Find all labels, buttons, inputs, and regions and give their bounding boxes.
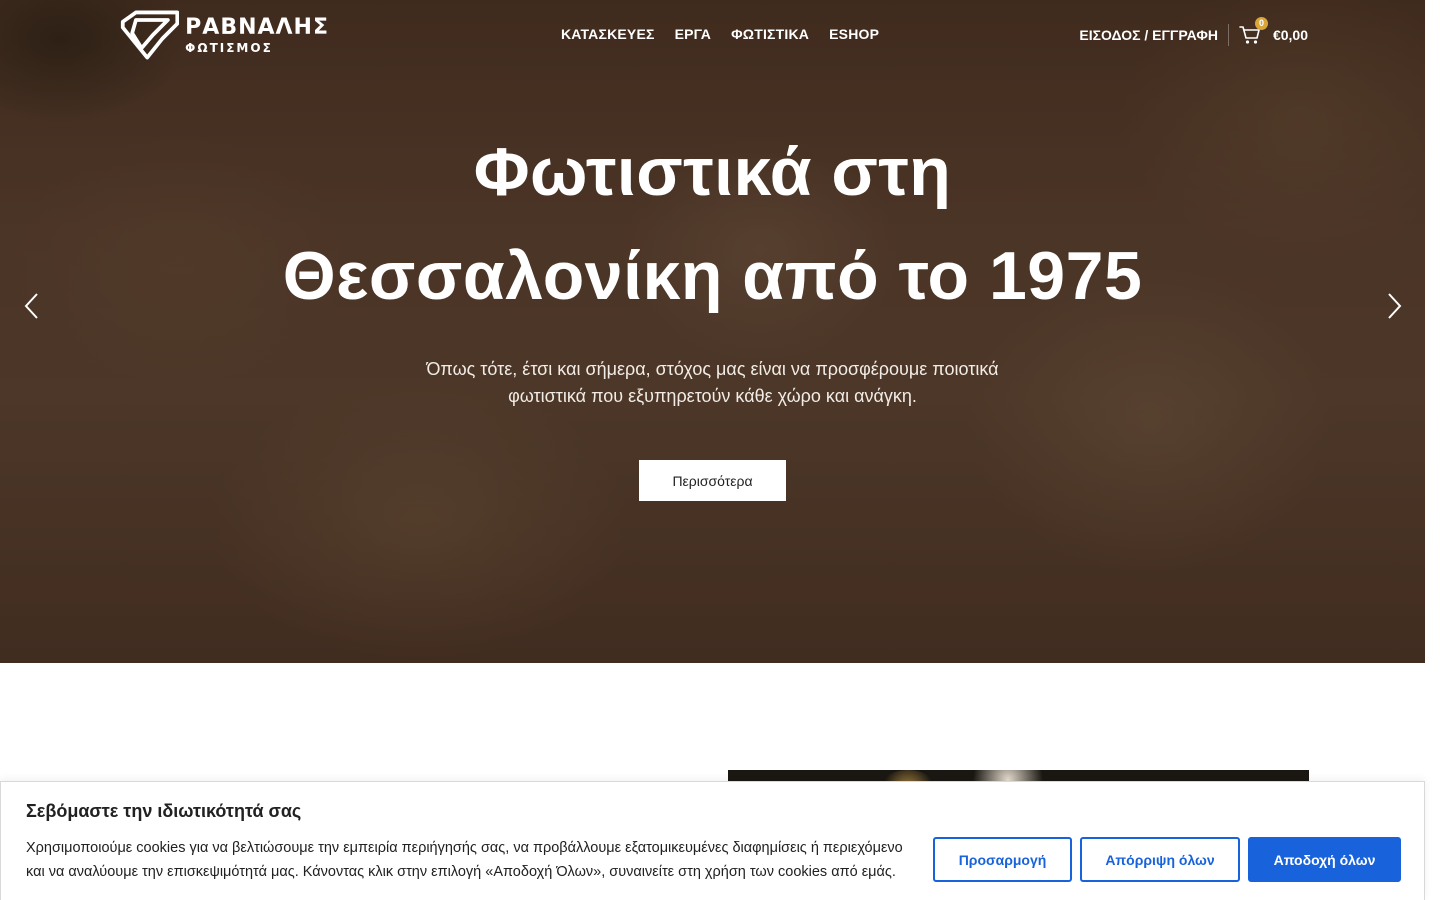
hero-title-line1: Φωτιστικά στη bbox=[473, 134, 952, 210]
nav-item-kataskeves[interactable]: ΚΑΤΑΣΚΕΥΕΣ bbox=[561, 26, 655, 42]
more-button[interactable]: Περισσότερα bbox=[639, 460, 786, 501]
cart-total: €0,00 bbox=[1272, 27, 1308, 43]
logo-link[interactable]: ΡΑΒΝΑΛΗΣ ΦΩΤΙΣΜΟΣ bbox=[119, 9, 329, 61]
hero-subtitle-line2: φωτιστικά που εξυπηρετούν κάθε χώρο και … bbox=[508, 386, 917, 406]
logo-icon bbox=[120, 10, 180, 60]
cookie-title: Σεβόμαστε την ιδιωτικότητά σας bbox=[26, 801, 302, 821]
cart-icon: 0 bbox=[1239, 17, 1268, 45]
reject-all-button[interactable]: Απόρριψη όλων bbox=[1080, 837, 1240, 882]
customize-button[interactable]: Προσαρμογή bbox=[933, 837, 1072, 882]
brand-tagline: ΦΩΤΙΣΜΟΣ bbox=[185, 40, 273, 55]
cart-button[interactable]: 0 €0,00 bbox=[1239, 17, 1308, 45]
login-register-link[interactable]: ΕΙΣΟΔΟΣ / ΕΓΓΡΑΦΗ bbox=[1079, 27, 1218, 43]
cookie-description: Χρησιμοποιούμε cookies για να βελτιώσουμ… bbox=[26, 840, 903, 880]
main-nav: ΚΑΤΑΣΚΕΥΕΣ ΕΡΓΑ ΦΩΤΙΣΤΙΚΑ ESHOP bbox=[561, 26, 879, 42]
hero-slider: ΡΑΒΝΑΛΗΣ ΦΩΤΙΣΜΟΣ ΚΑΤΑΣΚΕΥΕΣ ΕΡΓΑ ΦΩΤΙΣΤ… bbox=[0, 0, 1425, 663]
header-actions: ΕΙΣΟΔΟΣ / ΕΓΓΡΑΦΗ 0 €0,00 bbox=[1079, 17, 1308, 48]
hero-title: Φωτιστικά στη Θεσσαλονίκη από το 1975 bbox=[0, 120, 1425, 328]
header-divider bbox=[1227, 24, 1229, 46]
hero-subtitle: Όπως τότε, έτσι και σήμερα, στόχος μας ε… bbox=[400, 356, 1025, 410]
hero-title-line2: Θεσσαλονίκη από το 1975 bbox=[282, 238, 1143, 314]
nav-item-erga[interactable]: ΕΡΓΑ bbox=[675, 26, 711, 42]
chevron-right-icon[interactable] bbox=[1384, 291, 1404, 321]
logo-text: ΡΑΒΝΑΛΗΣ ΦΩΤΙΣΜΟΣ bbox=[185, 14, 329, 55]
chevron-left-icon[interactable] bbox=[22, 291, 42, 321]
accept-all-button[interactable]: Αποδοχή όλων bbox=[1248, 837, 1401, 882]
cookie-banner: Σεβόμαστε την ιδιωτικότητά σας Χρησιμοπο… bbox=[0, 781, 1425, 900]
site-header: ΡΑΒΝΑΛΗΣ ΦΩΤΙΣΜΟΣ ΚΑΤΑΣΚΕΥΕΣ ΕΡΓΑ ΦΩΤΙΣΤ… bbox=[0, 0, 1425, 70]
brand-name: ΡΑΒΝΑΛΗΣ bbox=[185, 14, 329, 40]
nav-item-fotistika[interactable]: ΦΩΤΙΣΤΙΚΑ bbox=[731, 26, 809, 42]
hero-overlay bbox=[0, 0, 1425, 663]
nav-item-eshop[interactable]: ESHOP bbox=[829, 26, 879, 42]
cart-count-badge: 0 bbox=[1254, 17, 1268, 30]
hero-subtitle-line1: Όπως τότε, έτσι και σήμερα, στόχος μας ε… bbox=[426, 359, 999, 379]
